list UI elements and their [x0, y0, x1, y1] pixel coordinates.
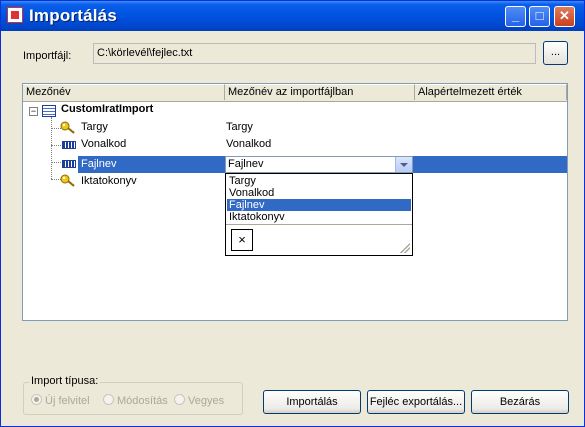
table-row-name[interactable]: Iktatokonyv: [81, 173, 137, 190]
tree-root-label[interactable]: CustomIratImport: [61, 101, 153, 118]
maximize-button[interactable]: □: [529, 6, 550, 27]
table-row-name[interactable]: Targy: [81, 119, 108, 136]
tree-line: [51, 145, 61, 146]
app-icon: [7, 7, 23, 23]
title-bar[interactable]: Importálás _ □ ✕: [1, 1, 584, 31]
import-file-field[interactable]: C:\körlevél\fejlec.txt: [93, 43, 536, 64]
tree-line: [51, 162, 61, 163]
radio-new-entry[interactable]: Új felvitel: [31, 394, 90, 407]
collapse-icon[interactable]: −: [29, 107, 38, 116]
combobox-value: Fajlnev: [228, 158, 264, 170]
export-header-button[interactable]: Fejléc exportálás...: [367, 390, 465, 414]
import-type-legend: Import típusa:: [29, 375, 101, 387]
import-button[interactable]: Importálás: [263, 390, 361, 414]
radio-label: Vegyes: [188, 395, 225, 407]
key-icon: [60, 174, 75, 187]
radio-unchecked-icon: [103, 394, 114, 405]
field-icon: [62, 160, 76, 168]
radio-mixed[interactable]: Vegyes: [174, 394, 224, 407]
table-row-name[interactable]: Vonalkod: [81, 136, 126, 153]
import-type-group: Import típusa: Új felvitel Módosítás Veg…: [23, 375, 243, 415]
close-button[interactable]: Bezárás: [471, 390, 569, 414]
minimize-button[interactable]: _: [505, 6, 526, 27]
dropdown-divider: [226, 224, 412, 225]
browse-button[interactable]: ...: [543, 41, 568, 65]
field-icon: [62, 141, 76, 149]
radio-unchecked-icon: [174, 394, 185, 405]
radio-label: Módosítás: [117, 395, 168, 407]
selected-row-highlight: [413, 156, 567, 173]
table-row-name[interactable]: Fajlnev: [81, 156, 116, 173]
resize-grip-icon[interactable]: [400, 243, 410, 253]
dropdown-option[interactable]: Targy: [227, 175, 411, 187]
table-row-import-name[interactable]: Targy: [226, 119, 253, 136]
chevron-down-icon[interactable]: [395, 157, 412, 172]
import-field-dropdown[interactable]: Targy Vonalkod Fajlnev Iktatokonyv ×: [225, 173, 413, 256]
close-window-button[interactable]: ✕: [554, 6, 575, 27]
table-icon: [42, 105, 56, 117]
tree-line: [51, 117, 52, 179]
dropdown-option[interactable]: Vonalkod: [227, 187, 411, 199]
key-icon: [60, 121, 75, 134]
field-mapping-grid[interactable]: Mezőnév Mezőnév az importfájlban Alapért…: [22, 83, 568, 321]
grid-header: Mezőnév Mezőnév az importfájlban Alapért…: [23, 84, 567, 102]
clear-selection-button[interactable]: ×: [231, 229, 253, 251]
column-header-field-name[interactable]: Mezőnév: [23, 84, 225, 100]
radio-label: Új felvitel: [45, 395, 90, 407]
import-field-combobox[interactable]: Fajlnev: [225, 156, 413, 173]
dropdown-option[interactable]: Iktatokonyv: [227, 211, 411, 223]
dropdown-option-selected[interactable]: Fajlnev: [227, 199, 411, 211]
window-title: Importálás: [29, 6, 117, 25]
column-header-default-value[interactable]: Alapértelmezett érték: [415, 84, 567, 100]
import-dialog: Importálás _ □ ✕ Importfájl: C:\körlevél…: [0, 0, 585, 427]
radio-checked-icon: [31, 394, 42, 405]
column-header-import-field[interactable]: Mezőnév az importfájlban: [225, 84, 415, 100]
radio-modify[interactable]: Módosítás: [103, 394, 168, 407]
table-row-import-name[interactable]: Vonalkod: [226, 136, 271, 153]
import-file-label: Importfájl:: [23, 50, 72, 62]
